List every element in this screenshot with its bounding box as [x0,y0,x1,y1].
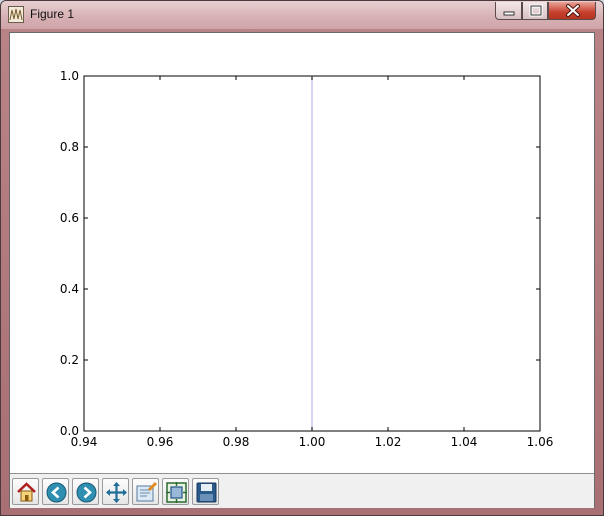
configure-subplots-button[interactable] [162,478,189,505]
y-tick-label: 0.6 [60,211,79,225]
close-button[interactable] [548,2,596,20]
save-floppy-icon [196,482,217,503]
x-tick-label: 1.00 [299,435,326,449]
y-tick-label: 0.2 [60,353,79,367]
save-button[interactable] [192,478,219,505]
axes: 0.94 0.96 0.98 1.00 1.02 1.04 1.060.00.20.40.6… [60,69,553,449]
pan-arrows-icon [106,482,127,503]
y-tick-label: 0.0 [60,424,79,438]
home-icon [17,482,36,502]
matplotlib-app-icon [8,6,24,23]
zoom-button[interactable] [132,478,159,505]
minimize-icon [503,11,515,16]
figure-window: Figure 1 0.94 0.96 0.98 1.00 1.02 1.04 1.06 [0,0,604,516]
x-tick-label: 0.98 [223,435,250,449]
x-tick-label: 1.04 [451,435,478,449]
x-tick-label: 1.02 [375,435,402,449]
y-tick-label: 0.4 [60,282,79,296]
zoom-rectangle-icon [136,481,158,502]
forward-arrow-icon [76,482,97,503]
x-tick-label: 1.06 [527,435,554,449]
pan-button[interactable] [102,478,129,505]
back-arrow-icon [46,482,67,503]
window-title: Figure 1 [30,7,75,21]
y-tick-label: 0.8 [60,140,79,154]
minimize-button[interactable] [495,2,522,20]
figure-canvas-area: 0.94 0.96 0.98 1.00 1.02 1.04 1.06 0.0 0.2 0.4 0.6… [9,32,595,508]
subplots-icon [166,482,187,503]
maximize-button[interactable] [522,2,548,20]
plot-canvas[interactable]: 0.94 0.96 0.98 1.00 1.02 1.04 1.060.00.20.40.6… [10,33,594,473]
close-icon [566,4,580,17]
navigation-toolbar [10,473,594,508]
home-button[interactable] [12,478,39,505]
y-tick-label: 1.0 [60,69,79,83]
x-tick-label: 0.96 [147,435,174,449]
back-button[interactable] [42,478,69,505]
maximize-icon [529,4,543,17]
title-bar[interactable]: Figure 1 [1,1,603,29]
forward-button[interactable] [72,478,99,505]
